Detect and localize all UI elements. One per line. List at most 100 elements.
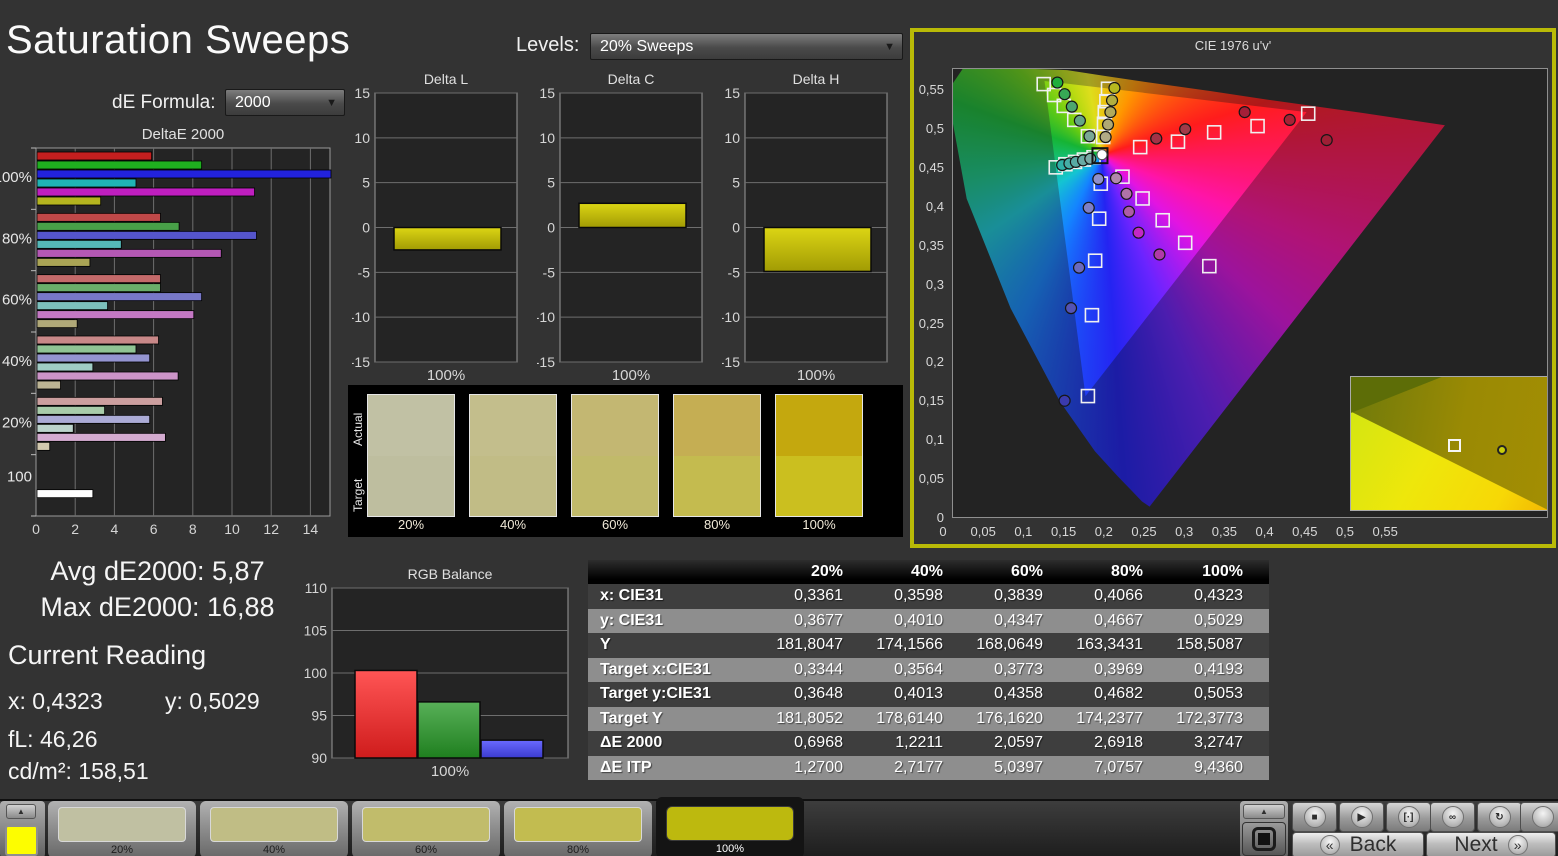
table-cell: 0,3839: [994, 587, 1043, 605]
app-root: Saturation Sweeps dE Formula: 2000 ▼ Lev…: [0, 0, 1558, 856]
axis-label: 10: [354, 130, 370, 146]
measured-point: [1051, 76, 1064, 89]
axis-label: 5: [362, 175, 370, 191]
stop-square-icon: [1252, 827, 1276, 851]
measured-point: [1238, 106, 1251, 119]
target-square: [1091, 211, 1107, 226]
pattern-tile-swatch: [58, 807, 186, 842]
table-cell: 0,4347: [994, 611, 1043, 629]
next-button[interactable]: Next »: [1426, 832, 1556, 856]
bar-G: [417, 701, 481, 759]
transport-up-button[interactable]: ▲: [1243, 804, 1285, 819]
back-button[interactable]: « Back: [1292, 832, 1424, 856]
pattern-tile-20%[interactable]: 20%: [48, 801, 196, 856]
loop-icon: ∞: [1441, 806, 1464, 828]
refresh-button[interactable]: ↻: [1477, 802, 1522, 832]
max-de2000: Max dE2000: 16,88: [40, 592, 275, 622]
cie-xtick: 0,55: [1372, 524, 1398, 539]
loop-button[interactable]: ∞: [1430, 802, 1475, 832]
table-row-label: ΔE ITP: [600, 758, 652, 776]
table-row: Y 181,8047 174,1566 168,0649 163,3431 158,508…: [588, 633, 1269, 658]
table-cell: 172,3773: [1176, 709, 1243, 727]
table-row: ΔE 2000 0,6968 1,2211 2,0597 2,6918 3,2747: [588, 731, 1269, 756]
bar-80%-blue: [36, 230, 257, 240]
bar-20%-blue: [36, 414, 151, 424]
table-row: ΔE ITP 1,2700 2,7177 5,0397 7,0757 9,4360: [588, 755, 1269, 780]
table-cell: 0,4323: [1194, 587, 1243, 605]
bar-40%-yellow: [36, 380, 61, 390]
measured-point: [1104, 106, 1117, 119]
next-chevron-icon: »: [1507, 835, 1528, 855]
bar-100%-yellow: [36, 196, 102, 206]
pattern-tile-100%[interactable]: 100%: [656, 797, 804, 856]
cie-ytick: 0,55: [918, 82, 944, 98]
swatch-label: 60%: [601, 517, 629, 532]
target-square: [1080, 388, 1096, 404]
axis-label: 14: [303, 521, 319, 537]
table-cell: 0,3648: [794, 685, 843, 703]
cie-ytick: 0,15: [918, 393, 944, 409]
target-square: [1177, 235, 1193, 251]
chevron-down-icon: ▼: [326, 96, 337, 109]
stop-icon: ■: [1303, 806, 1326, 828]
axis-label: -10: [352, 309, 370, 325]
bar-80%-green: [36, 221, 180, 231]
levels-label: Levels:: [516, 34, 580, 56]
axis-label: 10: [539, 130, 555, 146]
table-cell: 0,4682: [1094, 685, 1143, 703]
table-cell: 158,5087: [1176, 636, 1243, 654]
table-cell: 0,3773: [994, 660, 1043, 678]
axis-label: 100%: [797, 367, 835, 384]
swatch-target: [674, 456, 760, 516]
pattern-tile-80%[interactable]: 80%: [504, 801, 652, 856]
target-square: [1135, 191, 1150, 206]
bar-20%-magenta: [36, 432, 166, 442]
measured-point: [1058, 88, 1071, 101]
axis-label: 0: [732, 220, 740, 236]
table-cell: 1,2700: [794, 758, 843, 776]
measured-point: [1065, 100, 1078, 113]
swatch-target: [776, 456, 862, 516]
axis-label: -15: [537, 354, 555, 370]
axis-label: 100%: [431, 763, 469, 777]
levels-dropdown[interactable]: 20% Sweeps ▼: [590, 33, 903, 60]
pattern-tile-60%[interactable]: 60%: [352, 801, 500, 856]
table-cell: 174,2377: [1076, 709, 1143, 727]
table-cell: 0,4013: [894, 685, 943, 703]
target-label: Target: [351, 478, 365, 512]
de-formula-dropdown[interactable]: 2000 ▼: [225, 89, 345, 116]
target-square: [1132, 139, 1148, 155]
bar-20%-red: [36, 396, 163, 406]
table-cell: 0,3677: [794, 611, 843, 629]
play-icon: ▶: [1350, 806, 1373, 828]
measured-point: [1320, 134, 1333, 147]
table-cell: 9,4360: [1194, 758, 1243, 776]
measured-point: [1132, 226, 1145, 239]
pattern-up-button[interactable]: ▲: [6, 804, 36, 819]
measure-button[interactable]: [·]: [1386, 802, 1431, 832]
table-cell: 0,4193: [1194, 660, 1243, 678]
white-point-dot: [1096, 149, 1108, 161]
delta-h-chart: Delta H -15 -10 -5 0 5 10 15 100%: [722, 71, 888, 384]
axis-label: 100%: [612, 367, 650, 384]
reading-y: y: 0,5029: [165, 688, 260, 714]
stop-button[interactable]: ■: [1292, 802, 1337, 832]
axis-label: 12: [263, 521, 279, 537]
table-cell: 0,3598: [894, 587, 943, 605]
pattern-tile-label: 40%: [262, 844, 286, 856]
target-square: [1084, 307, 1100, 323]
actual-label: Actual: [351, 412, 365, 446]
pattern-tile-40%[interactable]: 40%: [200, 801, 348, 856]
table-header-row: 20% 40% 60% 80% 100%: [588, 560, 1269, 584]
bar-80%-cyan: [36, 239, 122, 249]
current-reading-label: Current Reading: [8, 640, 207, 670]
bar-60%-cyan: [36, 301, 108, 311]
stop-pattern-button[interactable]: [1242, 822, 1286, 856]
bar-80%-yellow: [36, 257, 91, 267]
swatch-actual: [368, 395, 454, 456]
bar-100%-green: [36, 160, 203, 170]
extra-button[interactable]: [1520, 802, 1558, 832]
measured-point: [1150, 132, 1163, 145]
play-button[interactable]: ▶: [1339, 802, 1384, 832]
cie-diagram-panel[interactable]: CIE 1976 u'v': [910, 28, 1556, 548]
